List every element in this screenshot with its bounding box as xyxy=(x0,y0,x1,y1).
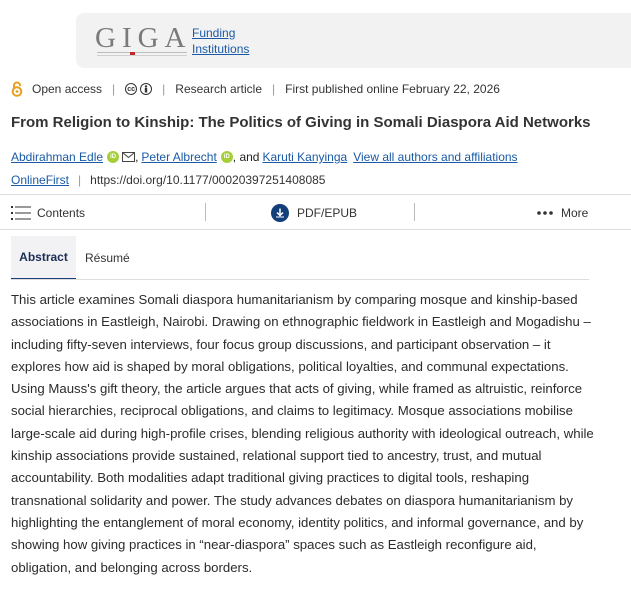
open-access-label: Open access xyxy=(32,82,103,96)
toolbar-divider xyxy=(414,203,415,221)
orcid-icon[interactable]: iD xyxy=(220,151,233,163)
pdf-epub-button[interactable]: PDF/EPUB xyxy=(271,204,357,222)
funding-link-line2[interactable]: Institutions xyxy=(192,42,249,56)
email-icon[interactable] xyxy=(122,152,136,162)
funding-link-line1[interactable]: Funding xyxy=(192,26,235,40)
more-button[interactable]: More xyxy=(537,204,588,222)
funding-banner: GIGA Funding Institutions xyxy=(76,13,631,68)
giga-logo-text: GIGA xyxy=(95,22,192,54)
author-separator: , xyxy=(135,150,139,164)
toolbar-divider xyxy=(205,203,206,221)
tab-underline xyxy=(11,279,589,280)
author-link[interactable]: Peter Albrecht xyxy=(141,148,216,166)
author-separator: , and xyxy=(232,150,260,164)
doi-row: OnlineFirst | https://doi.org/10.1177/00… xyxy=(11,172,326,188)
author-link[interactable]: Abdirahman Edle xyxy=(11,148,103,166)
view-all-authors-link[interactable]: View all authors and affiliations xyxy=(353,148,517,166)
divider xyxy=(0,229,631,230)
list-icon xyxy=(11,206,31,220)
online-first-link[interactable]: OnlineFirst xyxy=(11,172,69,188)
divider xyxy=(0,194,631,195)
contents-button[interactable]: Contents xyxy=(11,204,85,222)
giga-logo: GIGA xyxy=(95,22,187,58)
doi-text[interactable]: https://doi.org/10.1177/0002039725140808… xyxy=(90,172,325,188)
more-label: More xyxy=(561,206,589,220)
by-icon xyxy=(140,83,153,95)
article-title: From Religion to Kinship: The Politics o… xyxy=(11,114,591,131)
article-type: Research article xyxy=(175,82,262,96)
download-icon xyxy=(271,204,289,222)
published-date: First published online February 22, 2026 xyxy=(285,82,500,96)
tab-resume[interactable]: Résumé xyxy=(85,236,130,280)
more-dots-icon xyxy=(537,211,553,215)
tab-abstract[interactable]: Abstract xyxy=(11,236,76,280)
funding-institutions-link[interactable]: Funding Institutions xyxy=(192,25,249,57)
contents-label: Contents xyxy=(37,206,86,220)
cc-icon: cc xyxy=(125,83,138,95)
orcid-icon[interactable]: iD xyxy=(107,151,120,163)
article-meta-row: Open access | cc | Research article | Fi… xyxy=(10,80,500,98)
author-link[interactable]: Karuti Kanyinga xyxy=(262,148,347,166)
author-list: Abdirahman Edle iD , Peter Albrecht iD ,… xyxy=(11,148,518,166)
abstract-text: This article examines Somali diaspora hu… xyxy=(11,292,594,575)
license-icons[interactable]: cc xyxy=(125,83,153,95)
open-access-icon xyxy=(11,81,23,97)
pdf-epub-label: PDF/EPUB xyxy=(297,206,358,220)
